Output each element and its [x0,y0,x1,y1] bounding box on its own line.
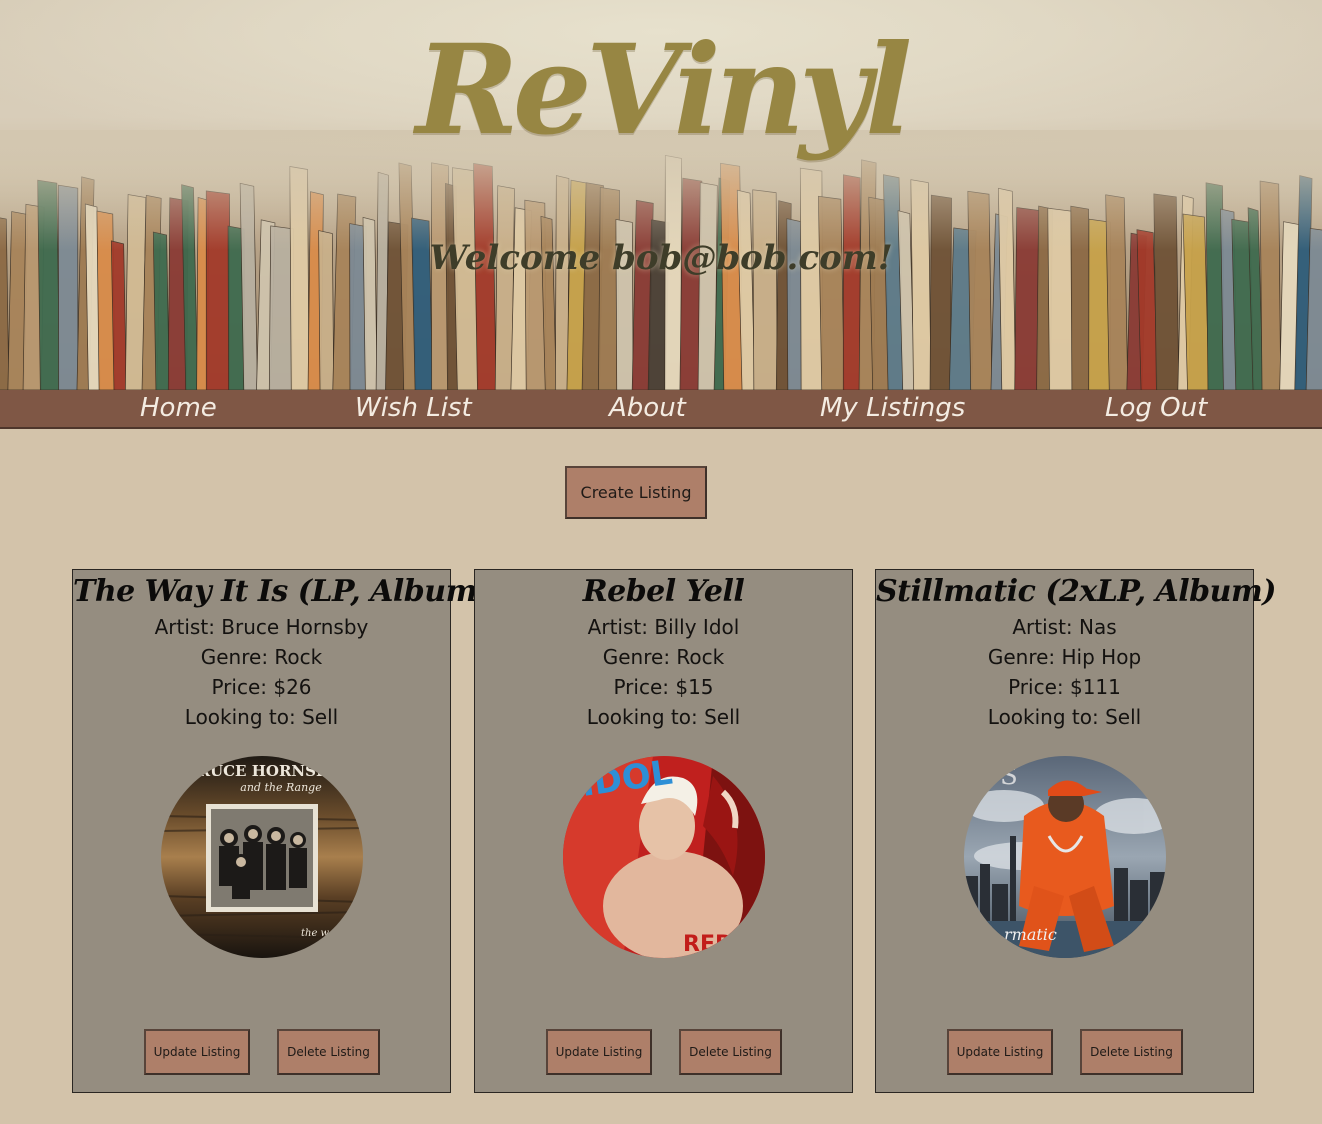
cover-lettering: rmatic [1004,925,1057,944]
genre-label: Genre: [200,645,275,669]
listing-genre: Genre: Rock [475,642,852,672]
listing-artist: Artist: Billy Idol [475,612,852,642]
update-listing-button[interactable]: Update Listing [546,1029,652,1075]
header-hero: ReVinyl Welcome bob@bob.com! [0,0,1322,390]
listing-artist: Artist: Bruce Hornsby [73,612,450,642]
artist-label: Artist: [1012,615,1080,639]
listing-price: Price: $26 [73,672,450,702]
nav-log-out[interactable]: Log Out [1105,390,1207,427]
cover-lettering: the wa [301,928,335,939]
welcome-message: Welcome bob@bob.com! [429,238,893,278]
nav-wish-list[interactable]: Wish List [355,390,472,427]
album-cover-image: IDOL REBEL [563,756,765,958]
price-label: Price: [211,675,274,699]
looking-label: Looking to: [586,705,705,729]
album-cover-image: BRUCE HORNSBY and the Range the wa [161,756,363,958]
looking-value: Sell [1105,705,1142,729]
site-logo[interactable]: ReVinyl [0,18,1322,163]
listing-artist: Artist: Nas [876,612,1253,642]
listing-card: Rebel Yell Artist: Billy Idol Genre: Roc… [474,569,853,1093]
listing-title: The Way It Is (LP, Album) [73,574,491,609]
genre-label: Genre: [987,645,1062,669]
main-nav: Home Wish List About My Listings Log Out [0,390,1322,429]
delete-listing-button[interactable]: Delete Listing [1080,1029,1183,1075]
listing-looking-to: Looking to: Sell [876,702,1253,732]
listing-price: Price: $111 [876,672,1253,702]
nav-about[interactable]: About [609,390,686,427]
looking-value: Sell [704,705,741,729]
update-listing-button[interactable]: Update Listing [947,1029,1053,1075]
listing-genre: Genre: Hip Hop [876,642,1253,672]
listing-price: Price: $15 [475,672,852,702]
listing-title: Rebel Yell [582,574,745,609]
listing-title: Stillmatic (2xLP, Album) [876,574,1276,609]
nav-home[interactable]: Home [140,390,217,427]
looking-label: Looking to: [987,705,1106,729]
artist-value: Billy Idol [654,615,740,639]
cover-lettering: BRUCE HORNSBY [185,762,339,780]
cover-logo-mark: S [1000,761,1018,791]
listing-card: Stillmatic (2xLP, Album) Artist: Nas Gen… [875,569,1276,1093]
genre-value: Hip Hop [1061,645,1142,669]
looking-label: Looking to: [184,705,303,729]
artist-value: Bruce Hornsby [221,615,369,639]
genre-value: Rock [676,645,725,669]
listing-looking-to: Looking to: Sell [475,702,852,732]
delete-listing-button[interactable]: Delete Listing [679,1029,782,1075]
price-value: $15 [675,675,714,699]
genre-label: Genre: [602,645,677,669]
update-listing-button[interactable]: Update Listing [144,1029,250,1075]
price-value: $26 [273,675,312,699]
nav-my-listings[interactable]: My Listings [820,390,965,427]
artist-value: Nas [1079,615,1117,639]
artist-label: Artist: [587,615,655,639]
album-cover-image: S rmatic [964,756,1166,958]
price-label: Price: [613,675,676,699]
price-value: $111 [1069,675,1121,699]
artist-label: Artist: [154,615,222,639]
genre-value: Rock [274,645,323,669]
cover-lettering: REBEL [683,932,761,957]
price-label: Price: [1008,675,1070,699]
listing-looking-to: Looking to: Sell [73,702,450,732]
create-listing-button[interactable]: Create Listing [565,466,707,519]
cover-lettering: and the Range [240,781,322,794]
looking-value: Sell [302,705,339,729]
delete-listing-button[interactable]: Delete Listing [277,1029,380,1075]
listing-card: The Way It Is (LP, Album) Artist: Bruce … [72,569,491,1093]
listing-genre: Genre: Rock [73,642,450,672]
